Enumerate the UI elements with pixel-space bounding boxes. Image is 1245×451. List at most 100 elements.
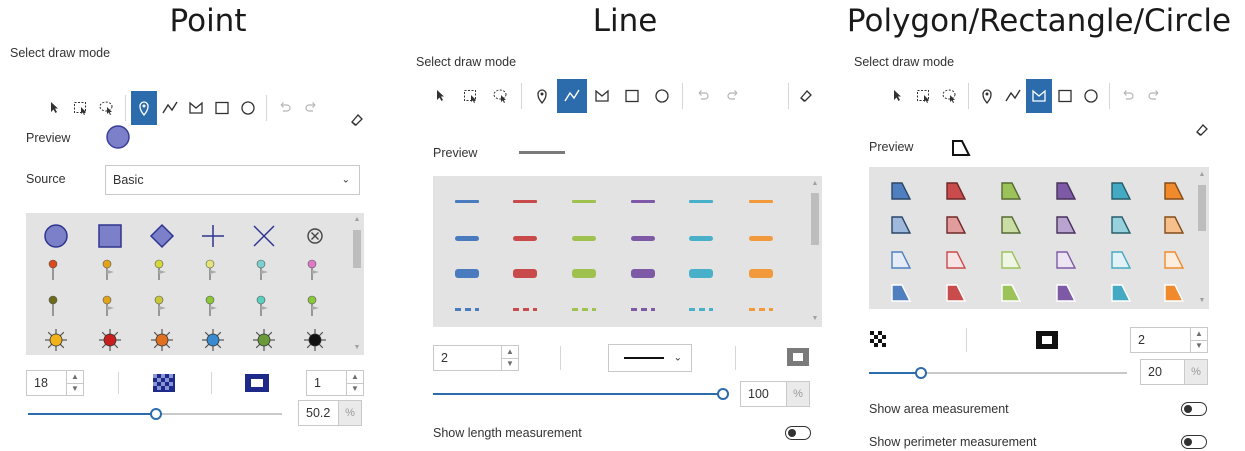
line-symbol[interactable] bbox=[631, 199, 655, 203]
square-symbol[interactable] bbox=[90, 221, 130, 251]
line-symbol[interactable] bbox=[749, 268, 773, 278]
opacity-input[interactable]: 20 % bbox=[1140, 359, 1208, 385]
fill-symbol[interactable] bbox=[1154, 176, 1194, 206]
pin-symbol[interactable] bbox=[90, 291, 130, 321]
select-tool-button[interactable] bbox=[42, 91, 68, 125]
fill-symbol[interactable] bbox=[936, 245, 976, 275]
line-symbol[interactable] bbox=[513, 235, 537, 241]
sun-symbol[interactable] bbox=[193, 325, 233, 355]
pin-symbol[interactable] bbox=[36, 255, 76, 285]
line-style-select[interactable]: ⌄ bbox=[608, 344, 692, 372]
circle-tool-button[interactable] bbox=[235, 91, 261, 125]
fill-symbol[interactable] bbox=[991, 245, 1031, 275]
scrollbar[interactable]: ▲ ▼ bbox=[1195, 167, 1209, 309]
fill-symbol[interactable] bbox=[1046, 278, 1086, 308]
rectangle-tool-button[interactable] bbox=[617, 79, 647, 113]
outline-width-stepper[interactable]: 1 ▲ ▼ bbox=[306, 370, 364, 396]
lasso-select-tool-button[interactable] bbox=[937, 79, 963, 113]
fill-symbol[interactable] bbox=[1046, 176, 1086, 206]
circle-tool-button[interactable] bbox=[1078, 79, 1104, 113]
redo-tool-button[interactable] bbox=[718, 79, 748, 113]
point-tool-button[interactable] bbox=[131, 91, 157, 125]
decrement-button[interactable]: ▼ bbox=[502, 358, 518, 370]
select-tool-button[interactable] bbox=[426, 79, 456, 113]
polygon-tool-button[interactable] bbox=[183, 91, 209, 125]
pin-symbol[interactable] bbox=[36, 291, 76, 321]
line-symbol[interactable] bbox=[689, 199, 713, 203]
sun-symbol[interactable] bbox=[90, 325, 130, 355]
sun-symbol[interactable] bbox=[142, 325, 182, 355]
fill-symbol[interactable] bbox=[936, 210, 976, 240]
undo-tool-button[interactable] bbox=[272, 91, 298, 125]
circle-tool-button[interactable] bbox=[647, 79, 677, 113]
scrollbar-thumb[interactable] bbox=[1198, 185, 1206, 231]
line-symbol[interactable] bbox=[513, 199, 537, 203]
opacity-slider-handle[interactable] bbox=[717, 388, 729, 400]
polyline-tool-button[interactable] bbox=[1000, 79, 1026, 113]
line-symbol[interactable] bbox=[689, 235, 713, 241]
pin-symbol[interactable] bbox=[295, 291, 335, 321]
line-symbol[interactable] bbox=[749, 307, 773, 311]
rectangle-select-tool-button[interactable] bbox=[911, 79, 937, 113]
line-symbol[interactable] bbox=[631, 235, 655, 241]
scrollbar[interactable]: ▲ ▼ bbox=[808, 176, 822, 327]
fill-symbol[interactable] bbox=[1154, 210, 1194, 240]
lasso-select-tool-button[interactable] bbox=[94, 91, 120, 125]
pin-symbol[interactable] bbox=[142, 255, 182, 285]
line-symbol[interactable] bbox=[513, 268, 537, 278]
fill-symbol[interactable] bbox=[1154, 245, 1194, 275]
polyline-tool-button[interactable] bbox=[157, 91, 183, 125]
eraser-icon[interactable] bbox=[347, 110, 367, 130]
opacity-slider[interactable] bbox=[869, 367, 1127, 379]
sun-symbol[interactable] bbox=[36, 325, 76, 355]
fill-symbol[interactable] bbox=[1046, 210, 1086, 240]
fill-symbol[interactable] bbox=[991, 210, 1031, 240]
x-symbol[interactable] bbox=[244, 221, 284, 251]
fill-symbol[interactable] bbox=[881, 176, 921, 206]
opacity-slider[interactable] bbox=[28, 408, 282, 420]
polygon-tool-button[interactable] bbox=[587, 79, 617, 113]
line-symbol[interactable] bbox=[455, 307, 479, 311]
polyline-tool-button[interactable] bbox=[557, 79, 587, 113]
select-tool-button[interactable] bbox=[885, 79, 911, 113]
scrollbar-thumb[interactable] bbox=[353, 230, 361, 268]
polygon-tool-button[interactable] bbox=[1026, 79, 1052, 113]
line-symbol-gallery[interactable]: ▲ ▼ bbox=[433, 176, 822, 327]
line-symbol[interactable] bbox=[749, 199, 773, 203]
fill-symbol[interactable] bbox=[1046, 245, 1086, 275]
line-symbol[interactable] bbox=[572, 307, 596, 311]
show-length-toggle[interactable] bbox=[785, 426, 811, 440]
size-stepper[interactable]: 18 ▲ ▼ bbox=[26, 370, 84, 396]
fill-symbol[interactable] bbox=[1101, 278, 1141, 308]
line-symbol[interactable] bbox=[689, 307, 713, 311]
fill-symbol[interactable] bbox=[881, 210, 921, 240]
symbol-gallery[interactable]: ▲ ▼ bbox=[26, 213, 364, 355]
line-symbol[interactable] bbox=[455, 235, 479, 241]
line-symbol[interactable] bbox=[572, 235, 596, 241]
outline-width-stepper[interactable]: 2 ▲ ▼ bbox=[1130, 327, 1208, 353]
fill-symbol[interactable] bbox=[881, 278, 921, 308]
show-perimeter-toggle[interactable] bbox=[1181, 435, 1207, 449]
line-symbol[interactable] bbox=[572, 199, 596, 203]
diamond-symbol[interactable] bbox=[142, 221, 182, 251]
line-symbol[interactable] bbox=[455, 268, 479, 278]
fill-symbol[interactable] bbox=[881, 245, 921, 275]
line-width-stepper[interactable]: 2 ▲ ▼ bbox=[433, 345, 519, 371]
fill-symbol[interactable] bbox=[1101, 210, 1141, 240]
sun-symbol[interactable] bbox=[295, 325, 335, 355]
line-symbol[interactable] bbox=[631, 268, 655, 278]
fill-symbol[interactable] bbox=[1154, 278, 1194, 308]
decrement-button[interactable]: ▼ bbox=[67, 383, 83, 395]
opacity-slider[interactable] bbox=[433, 388, 729, 400]
rectangle-select-tool-button[interactable] bbox=[68, 91, 94, 125]
line-symbol[interactable] bbox=[689, 268, 713, 278]
rectangle-select-tool-button[interactable] bbox=[456, 79, 486, 113]
cross-symbol[interactable] bbox=[193, 221, 233, 251]
show-area-toggle[interactable] bbox=[1181, 402, 1207, 416]
rectangle-tool-button[interactable] bbox=[209, 91, 235, 125]
opacity-input[interactable]: 100 % bbox=[740, 381, 810, 407]
fill-symbol[interactable] bbox=[991, 176, 1031, 206]
circle-symbol[interactable] bbox=[36, 221, 76, 251]
outline-icon[interactable] bbox=[244, 372, 270, 394]
pin-symbol[interactable] bbox=[193, 291, 233, 321]
